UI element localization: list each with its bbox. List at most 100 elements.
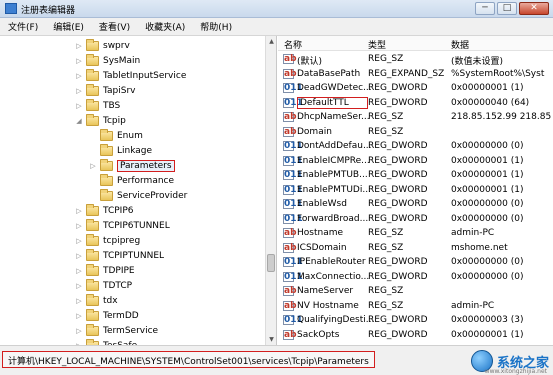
maximize-button[interactable]: □ (497, 2, 517, 15)
column-header-data[interactable]: 数据 (451, 38, 469, 51)
column-header-name[interactable]: 名称 (284, 38, 302, 51)
list-row[interactable]: 011 MaxConnectio... REG_DWORD 0x00000000 (0… (278, 270, 553, 285)
tree-item[interactable]: ▷ TapiSrv (75, 83, 135, 98)
list-row[interactable]: ab DataBasePath REG_EXPAND_SZ %SystemRoot%\… (278, 67, 553, 82)
value-data: 218.85.152.99 218.85 (451, 112, 552, 122)
tree-item-label: swprv (103, 40, 130, 51)
tree-item[interactable]: Linkage (89, 143, 152, 158)
tree-item[interactable]: ▷ TermService (75, 323, 158, 338)
tree-item-label: TabletInputService (103, 70, 187, 81)
scroll-up-arrow-icon[interactable]: ▲ (266, 36, 277, 47)
menu-file[interactable]: 文件(F) (8, 20, 38, 33)
list-row[interactable]: ab Domain REG_SZ (278, 125, 553, 140)
value-data: 0x00000000 (0) (451, 141, 524, 151)
close-button[interactable]: ✕ (519, 2, 549, 15)
folder-icon (100, 158, 113, 171)
expander-arrow-icon[interactable]: ▷ (75, 57, 83, 65)
list-row[interactable]: 011 ForwardBroad... REG_DWORD 0x00000000 (0… (278, 212, 553, 227)
menu-favorites[interactable]: 收藏夹(A) (145, 20, 185, 33)
tree-item[interactable]: ▷ TCPIP6 (75, 203, 134, 218)
value-name: DontAddDefau... (297, 141, 372, 151)
expander-arrow-icon[interactable]: ▷ (75, 282, 83, 290)
tree-item[interactable]: ▷ tdx (75, 293, 118, 308)
menu-edit[interactable]: 编辑(E) (53, 20, 84, 33)
menu-help[interactable]: 帮助(H) (200, 20, 232, 33)
list-row[interactable]: ab DhcpNameSer... REG_SZ 218.85.152.99 218.… (278, 110, 553, 125)
tree-item[interactable]: ▷ TCPIPTUNNEL (75, 248, 164, 263)
binary-value-icon: 011 (283, 213, 303, 224)
list-row[interactable]: ab Hostname REG_SZ admin-PC (278, 226, 553, 241)
list-row[interactable]: ab SackOpts REG_DWORD 0x00000001 (1) (278, 328, 553, 343)
expander-arrow-icon[interactable]: ◢ (75, 117, 83, 125)
binary-value-icon: 011 (283, 315, 303, 325)
tree-item[interactable]: ▷ swprv (75, 38, 130, 53)
folder-icon (86, 293, 99, 306)
value-data: 0x00000001 (1) (451, 170, 524, 180)
list-row[interactable]: 011 DefaultTTL REG_DWORD 0x00000040 (64) (278, 96, 553, 111)
list-row[interactable]: 011 EnablePMTUDi... REG_DWORD 0x00000001 (1… (278, 183, 553, 198)
value-type: REG_SZ (368, 228, 404, 238)
tree-item-label: TermService (103, 325, 159, 336)
tree-item-label: TermDD (103, 310, 139, 321)
tree-item[interactable]: Enum (89, 128, 143, 143)
expander-arrow-icon[interactable]: ▷ (75, 327, 83, 335)
expander-arrow-icon[interactable]: ▷ (75, 102, 83, 110)
tree-item[interactable]: ▷ tcpipreg (75, 233, 140, 248)
tree-item[interactable]: ▷ TCPIP6TUNNEL (75, 218, 170, 233)
value-type: REG_DWORD (368, 83, 428, 93)
scroll-thumb[interactable] (267, 254, 275, 272)
scroll-down-arrow-icon[interactable]: ▼ (266, 334, 277, 345)
expander-arrow-icon[interactable]: ▷ (75, 252, 83, 260)
expander-arrow-icon[interactable]: ▷ (75, 267, 83, 275)
menu-view[interactable]: 查看(V) (99, 20, 130, 33)
expander-arrow-icon[interactable]: ▷ (75, 72, 83, 80)
value-type: REG_EXPAND_SZ (368, 68, 445, 79)
value-type: REG_SZ (368, 126, 404, 137)
tree-item[interactable]: ◢ Tcpip (75, 113, 126, 128)
folder-icon (86, 68, 99, 81)
folder-icon (86, 308, 99, 321)
value-name: DefaultTTL (297, 96, 368, 109)
list-row[interactable]: 011 EnableWsd REG_DWORD 0x00000000 (0) (278, 197, 553, 212)
value-data: 0x00000001 (1) (451, 155, 524, 166)
tree-item[interactable]: ▷ Parameters (89, 158, 175, 173)
expander-arrow-icon[interactable]: ▷ (89, 162, 97, 170)
folder-icon (86, 263, 99, 276)
tree-item[interactable]: ▷ TDTCP (75, 278, 132, 293)
list-row[interactable]: ab ICSDomain REG_SZ mshome.net (278, 241, 553, 256)
list-row[interactable]: 011 DeadGWDetec... REG_DWORD 0x00000001 (1) (278, 81, 553, 96)
expander-arrow-icon[interactable]: ▷ (75, 222, 83, 230)
expander-arrow-icon[interactable]: ▷ (75, 87, 83, 95)
tree-scrollbar[interactable]: ▲ ▼ (265, 36, 276, 345)
expander-arrow-icon[interactable]: ▷ (75, 297, 83, 305)
string-value-icon: ab (283, 126, 297, 137)
column-header-type[interactable]: 类型 (368, 38, 386, 51)
tree-item[interactable]: Performance (89, 173, 174, 188)
menu-bar: 文件(F) 编辑(E) 查看(V) 收藏夹(A) 帮助(H) (0, 18, 553, 36)
status-bar: 计算机\HKEY_LOCAL_MACHINE\SYSTEM\ControlSet… (0, 345, 553, 375)
expander-arrow-icon[interactable]: ▷ (75, 42, 83, 50)
string-value-icon: ab (283, 329, 297, 340)
tree-item[interactable]: ServiceProvider (89, 188, 187, 203)
value-data: %SystemRoot%\Syst (451, 68, 545, 79)
tree-item[interactable]: ▷ SysMain (75, 53, 140, 68)
list-row[interactable]: ab NameServer REG_SZ (278, 284, 553, 299)
tree-item[interactable]: ▷ TabletInputService (75, 68, 186, 83)
tree-item[interactable]: ▷ TBS (75, 98, 120, 113)
tree-item-label: TDPIPE (103, 265, 135, 276)
list-row[interactable]: 011 IPEnableRouter REG_DWORD 0x00000000 (0) (278, 255, 553, 270)
expander-arrow-icon[interactable]: ▷ (75, 312, 83, 320)
tree-item-label: TBS (103, 100, 121, 111)
list-row[interactable]: 011 EnablePMTUB... REG_DWORD 0x00000001 (1) (278, 168, 553, 183)
expander-arrow-icon[interactable]: ▷ (75, 207, 83, 215)
list-row[interactable]: ab NV Hostname REG_SZ admin-PC (278, 299, 553, 314)
tree-item[interactable]: ▷TesSafe (75, 338, 137, 345)
expander-arrow-icon[interactable]: ▷ (75, 237, 83, 245)
list-row[interactable]: 011 DontAddDefau... REG_DWORD 0x00000000 (0… (278, 139, 553, 154)
tree-item[interactable]: ▷ TDPIPE (75, 263, 135, 278)
tree-item[interactable]: ▷ TermDD (75, 308, 139, 323)
list-row[interactable]: 011 EnableICMPRe... REG_DWORD 0x00000001 (1… (278, 154, 553, 169)
list-row[interactable]: ab (默认) REG_SZ (数值未设置) (278, 52, 553, 67)
minimize-button[interactable]: ─ (475, 2, 495, 15)
list-row[interactable]: 011 QualifyingDesti... REG_DWORD 0x00000003… (278, 313, 553, 328)
